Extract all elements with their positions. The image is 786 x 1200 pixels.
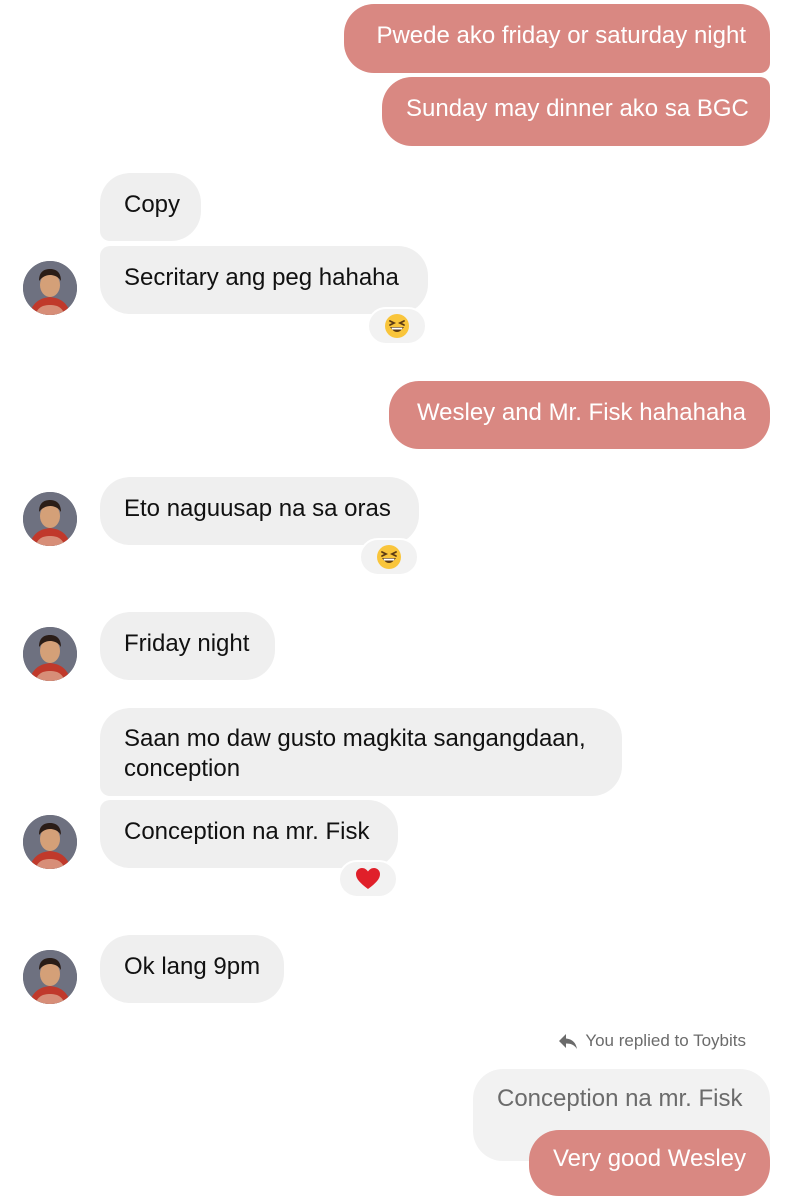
message-bubble-incoming[interactable]: Saan mo daw gusto magkita sangangdaan, c… bbox=[100, 708, 622, 796]
avatar-image bbox=[23, 261, 77, 315]
avatar-image bbox=[23, 815, 77, 869]
message-bubble-incoming[interactable]: Ok lang 9pm bbox=[100, 935, 284, 1003]
message-text: Ok lang 9pm bbox=[124, 953, 261, 980]
message-text: Wesley and Mr. Fisk hahahaha bbox=[416, 399, 746, 426]
message-bubble-incoming[interactable]: Friday night bbox=[100, 612, 275, 680]
contact-avatar[interactable] bbox=[23, 950, 77, 1004]
message-text: Pwede ako friday or saturday night bbox=[376, 22, 746, 49]
message-bubble-incoming[interactable]: Conception na mr. Fisk bbox=[100, 800, 398, 868]
contact-avatar[interactable] bbox=[23, 492, 77, 546]
avatar-image bbox=[23, 492, 77, 546]
reply-context-text: You replied to Toybits bbox=[585, 1031, 746, 1050]
reply-arrow-icon bbox=[559, 1034, 578, 1049]
message-reaction[interactable] bbox=[338, 860, 398, 898]
message-text-line: conception bbox=[124, 755, 241, 782]
message-bubble-incoming[interactable]: Copy bbox=[100, 173, 201, 241]
message-bubble-outgoing[interactable]: Sunday may dinner ako sa BGC bbox=[382, 77, 770, 146]
message-text: Copy bbox=[124, 191, 181, 218]
message-text: Conception na mr. Fisk bbox=[124, 818, 370, 845]
red-heart-emoji bbox=[356, 868, 380, 889]
quoted-message-text: Conception na mr. Fisk bbox=[497, 1085, 743, 1112]
grinning-squinting-face-emoji bbox=[385, 314, 409, 338]
avatar-image bbox=[23, 950, 77, 1004]
reply-context-label: You replied to Toybits bbox=[557, 1031, 746, 1051]
message-text: Sunday may dinner ako sa BGC bbox=[406, 95, 749, 122]
message-bubble-incoming[interactable]: Eto naguusap na sa oras bbox=[100, 477, 419, 545]
message-bubble-incoming[interactable]: Secritary ang peg hahaha bbox=[100, 246, 428, 314]
message-bubble-outgoing[interactable]: Wesley and Mr. Fisk hahahaha bbox=[389, 381, 770, 449]
message-reaction[interactable] bbox=[359, 538, 419, 576]
contact-avatar[interactable] bbox=[23, 627, 77, 681]
contact-avatar[interactable] bbox=[23, 261, 77, 315]
message-bubble-outgoing[interactable]: Very good Wesley bbox=[529, 1130, 770, 1196]
message-text: Friday night bbox=[124, 630, 250, 657]
grinning-squinting-face-emoji bbox=[377, 545, 401, 569]
message-text: Eto naguusap na sa oras bbox=[124, 495, 391, 522]
message-bubble-outgoing[interactable]: Pwede ako friday or saturday night bbox=[344, 4, 770, 73]
message-text: Very good Wesley bbox=[553, 1145, 746, 1172]
avatar-image bbox=[23, 627, 77, 681]
message-text-line: Saan mo daw gusto magkita sangangdaan, bbox=[124, 725, 586, 752]
message-reaction[interactable] bbox=[367, 307, 427, 345]
message-text: Secritary ang peg hahaha bbox=[124, 264, 399, 291]
contact-avatar[interactable] bbox=[23, 815, 77, 869]
